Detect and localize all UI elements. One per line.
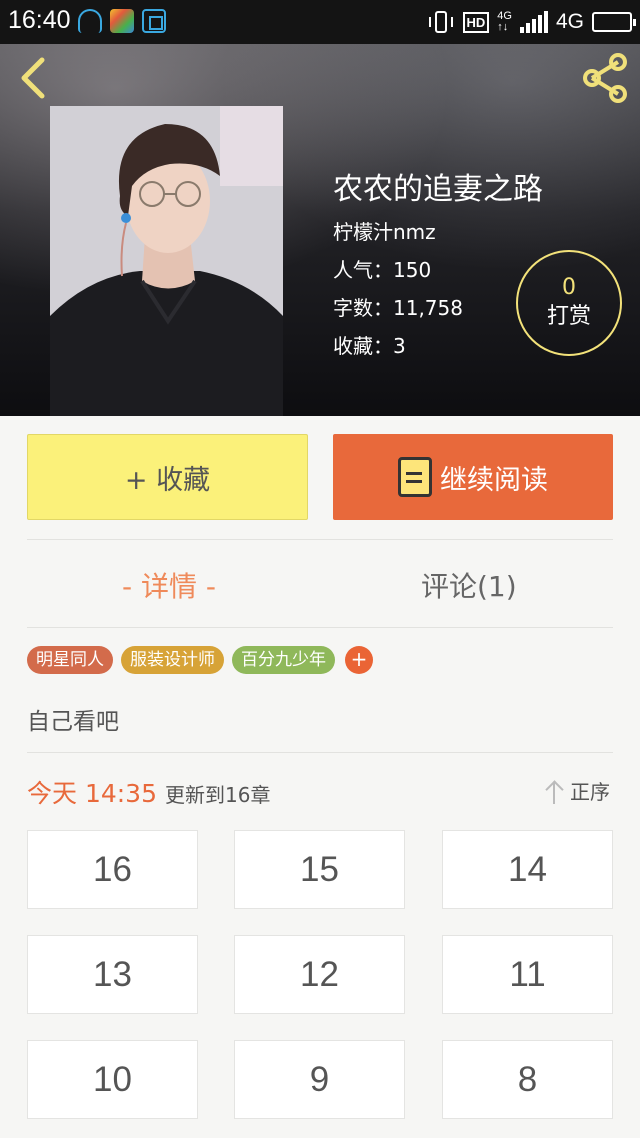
tag-chip[interactable]: 明星同人	[27, 646, 113, 674]
data-activity: 4G ↑↓	[497, 11, 512, 33]
chapter-button[interactable]: 16	[27, 830, 198, 909]
update-time: 今天 14:35	[27, 779, 157, 808]
share-button[interactable]	[578, 52, 632, 104]
update-info: 今天 14:35 更新到16章	[27, 774, 270, 810]
chevron-left-icon	[21, 57, 45, 99]
share-icon	[583, 53, 627, 103]
chapter-button[interactable]: 12	[234, 935, 405, 1014]
tag-chip[interactable]: 百分九少年	[232, 646, 335, 674]
divider	[27, 752, 613, 753]
chapter-button[interactable]: 14	[442, 830, 613, 909]
tip-button[interactable]: 0 打赏	[516, 250, 622, 356]
book-cover[interactable]	[50, 106, 283, 416]
chapter-button[interactable]: 8	[442, 1040, 613, 1119]
net-small-bottom: ↑↓	[497, 21, 509, 33]
arrow-up-icon	[544, 778, 564, 804]
app-notification-icon	[110, 9, 134, 33]
status-indicators: HD 4G ↑↓ 4G	[428, 8, 636, 36]
book-description: 自己看吧	[27, 709, 119, 735]
battery-icon	[592, 12, 636, 32]
book-title: 农农的追妻之路	[333, 172, 543, 207]
continue-reading-button[interactable]: 继续阅读	[333, 434, 613, 520]
tab-comments[interactable]: 评论(1)	[421, 560, 517, 610]
tab-details[interactable]: - 详情 -	[122, 560, 216, 610]
back-button[interactable]	[14, 56, 54, 100]
add-tag-button[interactable]: +	[345, 646, 373, 674]
cover-image	[50, 106, 283, 416]
sort-label: 正序	[570, 780, 610, 804]
book-author[interactable]: 柠檬汁nmz	[333, 216, 436, 245]
signal-icon	[519, 11, 548, 33]
sort-button[interactable]: 正序	[544, 776, 610, 805]
popularity: 人气：150	[333, 258, 432, 282]
tip-label: 打赏	[546, 304, 591, 329]
hd-badge: HD	[462, 11, 490, 33]
tag-list: 明星同人 服装设计师 百分九少年 +	[27, 646, 373, 674]
status-bar: 16:40 HD 4G ↑↓ 4G	[0, 0, 640, 44]
chapter-button[interactable]: 15	[234, 830, 405, 909]
chapter-button[interactable]: 10	[27, 1040, 198, 1119]
scan-icon	[142, 9, 166, 33]
tag-chip[interactable]: 服装设计师	[121, 646, 224, 674]
word-count: 字数：11,758	[333, 296, 463, 320]
headset-icon	[78, 9, 102, 33]
tip-count: 0	[562, 275, 576, 300]
chapter-button[interactable]: 11	[442, 935, 613, 1014]
favorites-count: 收藏：3	[333, 334, 406, 358]
chapter-button[interactable]: 9	[234, 1040, 405, 1119]
status-time: 16:40	[8, 6, 71, 34]
vibrate-icon	[428, 11, 453, 33]
continue-reading-label: 继续阅读	[440, 464, 548, 496]
network-type: 4G	[555, 10, 584, 33]
update-text: 更新到16章	[165, 783, 271, 807]
book-header: 农农的追妻之路 柠檬汁nmz 人气：150 字数：11,758 收藏：3 0 打…	[0, 44, 640, 416]
divider	[27, 539, 613, 540]
chapter-button[interactable]: 13	[27, 935, 198, 1014]
book-icon	[398, 457, 432, 497]
divider	[27, 627, 613, 628]
collect-button[interactable]: + 收藏	[27, 434, 308, 520]
